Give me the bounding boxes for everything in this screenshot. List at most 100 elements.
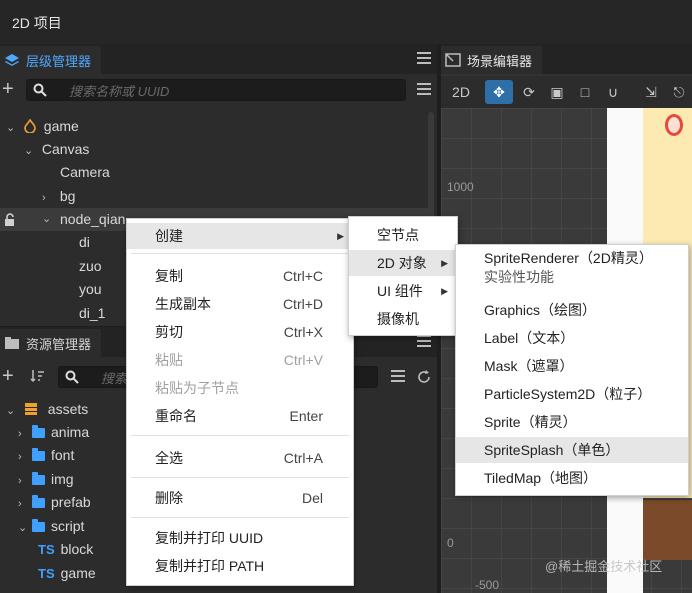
menu-item-rename[interactable]: 重命名 Enter	[127, 403, 353, 429]
menu-item-empty-node[interactable]: 空节点	[349, 222, 457, 248]
caret-right-icon: ▶	[441, 258, 448, 268]
menu-item-shortcut: Enter	[289, 408, 323, 424]
menu-item-label[interactable]: Label（文本）	[456, 325, 688, 351]
menu-divider	[131, 477, 349, 478]
search-icon	[65, 370, 79, 384]
title-bar: 2D 项目	[0, 0, 692, 44]
menu-item-cut[interactable]: 剪切 Ctrl+X	[127, 319, 353, 345]
menu-item-shortcut: Ctrl+A	[283, 450, 323, 466]
menu-item-shortcut: Ctrl+C	[282, 268, 323, 284]
menu-item-sprite[interactable]: Sprite（精灵）	[456, 409, 688, 435]
tree-node-you[interactable]: you	[79, 278, 102, 301]
hierarchy-menu-icon[interactable]	[417, 52, 431, 64]
asset-file-game[interactable]: TS game	[38, 562, 96, 585]
menu-item-label: 全选	[155, 450, 183, 466]
asset-label: font	[51, 447, 75, 463]
asset-folder-anima[interactable]: › anima	[18, 421, 89, 444]
menu-item-sprite-renderer[interactable]: SpriteRenderer（2D精灵） 实验性功能	[456, 250, 688, 295]
unlock-icon[interactable]	[4, 213, 18, 227]
chevron-down-icon[interactable]: ⌄	[24, 140, 38, 163]
rect-tool-icon[interactable]: □	[573, 80, 597, 104]
menu-item-paste[interactable]: 粘贴 Ctrl+V	[127, 347, 353, 373]
chevron-down-icon[interactable]: ⌄	[18, 517, 32, 540]
chevron-down-icon[interactable]: ⌄	[6, 117, 20, 140]
list-view-icon[interactable]	[417, 83, 431, 95]
tree-node-label: di_1	[79, 305, 106, 321]
menu-item-select-all[interactable]: 全选 Ctrl+A	[127, 445, 353, 471]
menu-item-2d-object[interactable]: 2D 对象 ▶	[349, 250, 457, 276]
tree-node-camera[interactable]: Camera	[60, 161, 110, 184]
chevron-down-icon[interactable]: ⌄	[6, 400, 20, 423]
menu-item-ui-component[interactable]: UI 组件 ▶	[349, 278, 457, 304]
scale-tool-icon[interactable]: ▣	[545, 80, 569, 104]
menu-item-label: UI 组件	[377, 283, 423, 299]
menu-item-camera[interactable]: 摄像机	[349, 306, 457, 332]
tab-assets[interactable]: 资源管理器	[0, 329, 102, 357]
menu-item-mask[interactable]: Mask（遮罩）	[456, 353, 688, 379]
tab-hierarchy[interactable]: 层级管理器	[0, 46, 102, 74]
chevron-right-icon[interactable]: ›	[18, 446, 32, 469]
menu-item-paste-as-child[interactable]: 粘贴为子节点	[127, 375, 353, 401]
folder-icon	[32, 519, 45, 532]
menu-item-copy-path[interactable]: 复制并打印 PATH	[127, 553, 353, 579]
menu-item-shortcut: Ctrl+V	[283, 352, 323, 368]
asset-folder-font[interactable]: › font	[18, 444, 74, 467]
tab-scene[interactable]: 场景编辑器	[441, 46, 543, 74]
add-node-icon[interactable]: +	[2, 79, 18, 100]
tree-node-game[interactable]: ⌄ game	[6, 115, 79, 138]
menu-item-sprite-splash[interactable]: SpriteSplash（单色）	[456, 437, 688, 463]
asset-label: block	[60, 541, 94, 557]
menu-item-duplicate[interactable]: 生成副本 Ctrl+D	[127, 291, 353, 317]
menu-item-label: 复制并打印 PATH	[155, 558, 265, 574]
menu-item-create[interactable]: 创建 ▶	[127, 223, 353, 249]
rotate-tool-icon[interactable]: ⟳	[517, 80, 541, 104]
tree-node-bg[interactable]: › bg	[42, 185, 75, 208]
chevron-right-icon[interactable]: ›	[18, 493, 32, 516]
menu-item-graphics[interactable]: Graphics（绘图）	[456, 297, 688, 323]
camera-view-icon[interactable]: ⎋	[667, 80, 691, 104]
scene-tabbar: 场景编辑器	[441, 44, 692, 74]
asset-assets[interactable]: ⌄ assets	[6, 398, 88, 421]
move-tool-icon[interactable]: ✥	[485, 80, 513, 104]
assets-search-placeholder: 搜索	[101, 370, 128, 386]
menu-item-tiled-map[interactable]: TiledMap（地图）	[456, 465, 688, 491]
hierarchy-tabbar: 层级管理器	[0, 44, 437, 74]
tree-node-di[interactable]: di	[79, 231, 90, 254]
fit-view-icon[interactable]: ⇲	[639, 80, 663, 104]
menu-item-label: 复制并打印 UUID	[155, 530, 264, 546]
sort-icon[interactable]	[30, 368, 46, 384]
chevron-right-icon[interactable]: ›	[18, 470, 32, 493]
tree-node-di-1[interactable]: di_1	[79, 302, 105, 325]
create-submenu: 空节点 2D 对象 ▶ UI 组件 ▶ 摄像机	[348, 216, 458, 336]
menu-item-delete[interactable]: 删除 Del	[127, 485, 353, 511]
context-menu: 创建 ▶ 复制 Ctrl+C 生成副本 Ctrl+D 剪切 Ctrl+X 粘贴 …	[126, 218, 354, 586]
asset-folder-img[interactable]: › img	[18, 468, 74, 491]
chevron-down-icon[interactable]: ⌄	[42, 208, 56, 231]
menu-item-copy[interactable]: 复制 Ctrl+C	[127, 263, 353, 289]
scene-toolbar: 2D ✥ ⟳ ▣ □ ∪ ⇲ ⎋	[441, 76, 692, 108]
menu-item-particle-system[interactable]: ParticleSystem2D（粒子）	[456, 381, 688, 407]
tree-node-canvas[interactable]: ⌄ Canvas	[24, 138, 89, 161]
search-icon	[33, 83, 47, 97]
chevron-right-icon[interactable]: ›	[18, 423, 32, 446]
tree-node-label: di	[79, 234, 90, 250]
menu-item-label: 复制	[155, 268, 183, 284]
hierarchy-search-input[interactable]: 搜索名称或 UUID	[26, 79, 406, 101]
chevron-right-icon[interactable]: ›	[42, 187, 56, 210]
mode-2d-button[interactable]: 2D	[449, 80, 473, 104]
refresh-icon[interactable]	[417, 370, 431, 384]
tab-hierarchy-label: 层级管理器	[26, 53, 92, 69]
menu-item-label: 摄像机	[377, 311, 419, 327]
assets-menu-icon[interactable]	[417, 335, 431, 347]
add-asset-icon[interactable]: +	[2, 366, 18, 387]
menu-item-copy-uuid[interactable]: 复制并打印 UUID	[127, 525, 353, 551]
list-view-icon[interactable]	[391, 370, 405, 382]
asset-folder-script[interactable]: ⌄ script	[18, 515, 84, 538]
menu-item-label: 粘贴	[155, 352, 183, 368]
asset-file-block[interactable]: TS block	[38, 538, 93, 561]
anchor-tool-icon[interactable]: ∪	[601, 80, 625, 104]
tree-node-label: Canvas	[41, 141, 90, 157]
asset-folder-prefab[interactable]: › prefab	[18, 491, 91, 514]
tree-node-zuo[interactable]: zuo	[79, 255, 102, 278]
axis-label-1000: 1000	[447, 180, 474, 194]
